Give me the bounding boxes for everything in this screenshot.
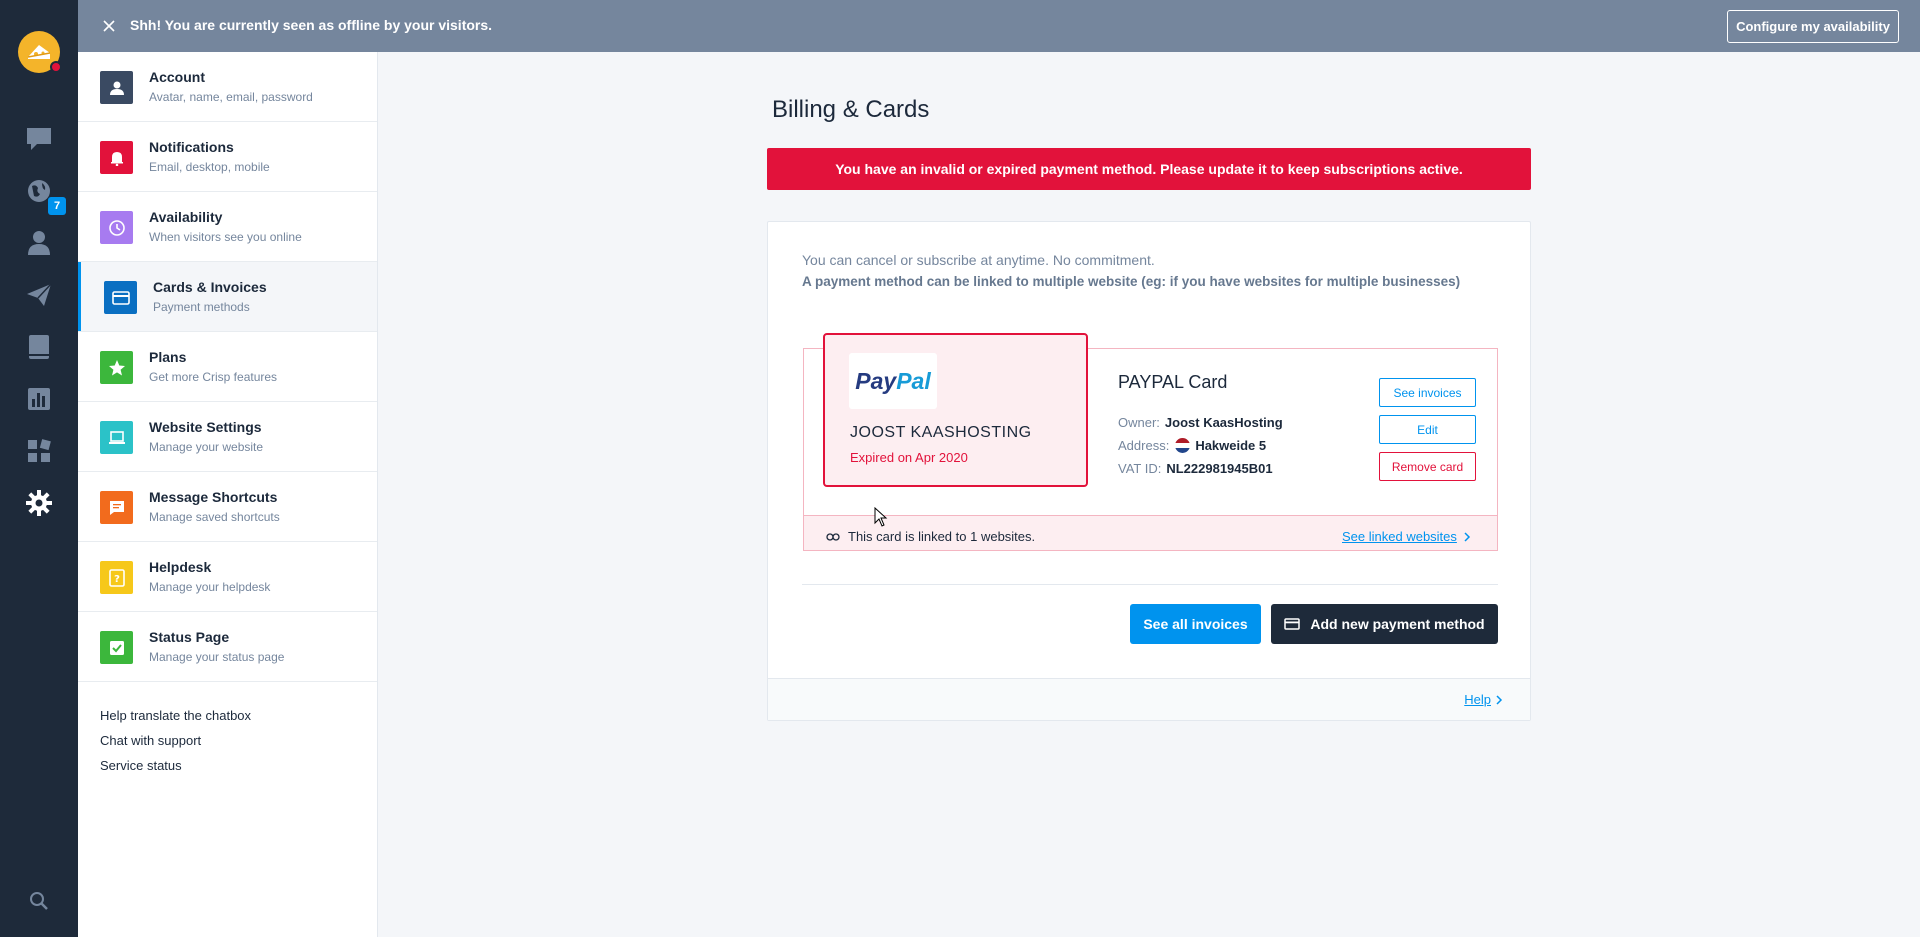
sidebar-item-subtitle: Manage your helpdesk xyxy=(149,580,271,594)
link-icon xyxy=(826,532,840,541)
expired-payment-alert: You have an invalid or expired payment m… xyxy=(767,148,1531,190)
address-value: Hakweide 5 xyxy=(1195,438,1267,453)
chevron-right-icon xyxy=(1496,694,1503,705)
sidebar-item-subtitle: Manage your status page xyxy=(149,650,285,664)
sidebar-item-subtitle: Avatar, name, email, password xyxy=(149,90,313,104)
see-linked-websites-link[interactable]: See linked websites xyxy=(1342,529,1472,544)
billing-panel: You can cancel or subscribe at anytime. … xyxy=(767,221,1531,721)
sidebar-item-website-settings[interactable]: Website Settings Manage your website xyxy=(78,402,377,472)
user-icon xyxy=(100,71,133,104)
sidebar-item-title: Notifications xyxy=(149,139,234,155)
settings-sidebar: Account Avatar, name, email, password No… xyxy=(78,52,378,937)
see-all-invoices-button[interactable]: See all invoices xyxy=(1130,604,1261,644)
bell-icon xyxy=(100,141,133,174)
vat-value: NL222981945B01 xyxy=(1166,461,1273,476)
clock-icon xyxy=(100,211,133,244)
help-link[interactable]: Help xyxy=(1464,692,1504,707)
helpdesk-icon: ? xyxy=(100,561,133,594)
message-icon xyxy=(100,491,133,524)
gear-icon[interactable] xyxy=(22,486,56,520)
crisp-logo-icon[interactable] xyxy=(18,31,62,73)
sidebar-item-cards-invoices[interactable]: Cards & Invoices Payment methods xyxy=(78,262,377,332)
sidebar-item-title: Cards & Invoices xyxy=(153,279,267,295)
card-holder-name: JOOST KAASHOSTING xyxy=(850,424,1032,441)
sidebar-item-status-page[interactable]: Status Page Manage your status page xyxy=(78,612,377,682)
plugins-icon[interactable] xyxy=(22,434,56,468)
sidebar-item-subtitle: Payment methods xyxy=(153,300,250,314)
chart-icon[interactable] xyxy=(22,382,56,416)
vat-row: VAT ID: NL222981945B01 xyxy=(1118,461,1273,476)
chat-support-link[interactable]: Chat with support xyxy=(100,733,251,758)
sidebar-item-title: Availability xyxy=(149,209,223,225)
user-icon[interactable] xyxy=(22,226,56,260)
card-expiry: Expired on Apr 2020 xyxy=(850,450,968,465)
sidebar-item-subtitle: Email, desktop, mobile xyxy=(149,160,270,174)
see-invoices-button[interactable]: See invoices xyxy=(1379,378,1476,407)
page-title: Billing & Cards xyxy=(772,96,930,123)
sidebar-item-availability[interactable]: Availability When visitors see you onlin… xyxy=(78,192,377,262)
sidebar-item-title: Plans xyxy=(149,349,187,365)
close-banner-button[interactable] xyxy=(100,17,118,35)
sidebar-item-title: Account xyxy=(149,69,205,85)
credit-card-icon xyxy=(104,281,137,314)
sidebar-item-subtitle: Get more Crisp features xyxy=(149,370,278,384)
intro-note: A payment method can be linked to multip… xyxy=(802,274,1461,289)
configure-availability-button[interactable]: Configure my availability xyxy=(1727,10,1899,43)
sidebar-item-account[interactable]: Account Avatar, name, email, password xyxy=(78,52,377,122)
sidebar-item-subtitle: When visitors see you online xyxy=(149,230,302,244)
card-type-title: PAYPAL Card xyxy=(1118,372,1228,392)
sidebar-item-notifications[interactable]: Notifications Email, desktop, mobile xyxy=(78,122,377,192)
edit-card-button[interactable]: Edit xyxy=(1379,415,1476,444)
mouse-cursor-icon xyxy=(874,507,888,527)
sidebar-item-title: Message Shortcuts xyxy=(149,489,278,505)
chevron-right-icon xyxy=(1464,531,1470,542)
add-payment-method-button[interactable]: Add new payment method xyxy=(1271,604,1498,644)
offline-message: Shh! You are currently seen as offline b… xyxy=(130,17,493,33)
close-icon xyxy=(103,20,115,32)
owner-value: Joost KaasHosting xyxy=(1164,415,1283,430)
star-icon xyxy=(100,351,133,384)
panel-footer: Help xyxy=(768,678,1530,720)
sidebar-item-title: Helpdesk xyxy=(149,559,212,575)
sidebar-item-subtitle: Manage saved shortcuts xyxy=(149,510,280,524)
svg-text:?: ? xyxy=(114,574,120,585)
sidebar-item-title: Status Page xyxy=(149,629,230,645)
chat-icon[interactable] xyxy=(22,122,56,156)
help-translate-link[interactable]: Help translate the chatbox xyxy=(100,708,251,733)
owner-row: Owner: Joost KaasHosting xyxy=(1118,415,1283,430)
sidebar-item-helpdesk[interactable]: ? Helpdesk Manage your helpdesk xyxy=(78,542,377,612)
sidebar-item-message-shortcuts[interactable]: Message Shortcuts Manage saved shortcuts xyxy=(78,472,377,542)
intro-text: You can cancel or subscribe at anytime. … xyxy=(802,252,1155,268)
left-rail: 7 xyxy=(0,0,78,937)
sidebar-item-title: Website Settings xyxy=(149,419,262,435)
service-status-link[interactable]: Service status xyxy=(100,758,251,783)
sidebar-item-plans[interactable]: Plans Get more Crisp features xyxy=(78,332,377,402)
checkbox-icon xyxy=(100,631,133,664)
credit-card-icon xyxy=(1284,618,1301,630)
paper-plane-icon[interactable] xyxy=(22,278,56,312)
book-icon[interactable] xyxy=(22,330,56,364)
divider xyxy=(802,584,1498,585)
linked-websites-info: This card is linked to 1 websites. xyxy=(826,529,1035,544)
remove-card-button[interactable]: Remove card xyxy=(1379,452,1476,481)
search-icon[interactable] xyxy=(22,884,56,918)
laptop-icon xyxy=(100,421,133,454)
visitors-badge: 7 xyxy=(48,197,66,215)
sidebar-links: Help translate the chatbox Chat with sup… xyxy=(100,708,251,783)
address-row: Address: Hakweide 5 xyxy=(1118,438,1267,453)
paypal-logo: Pay Pal xyxy=(849,353,937,409)
offline-banner: Shh! You are currently seen as offline b… xyxy=(78,0,1920,52)
status-dot xyxy=(50,61,62,73)
sidebar-item-subtitle: Manage your website xyxy=(149,440,264,454)
netherlands-flag-icon xyxy=(1175,438,1191,453)
credit-card-visual: Pay Pal JOOST KAASHOSTING Expired on Apr … xyxy=(823,333,1088,487)
card-info: PAYPAL Card Owner: Joost KaasHosting Addr… xyxy=(1118,372,1283,480)
